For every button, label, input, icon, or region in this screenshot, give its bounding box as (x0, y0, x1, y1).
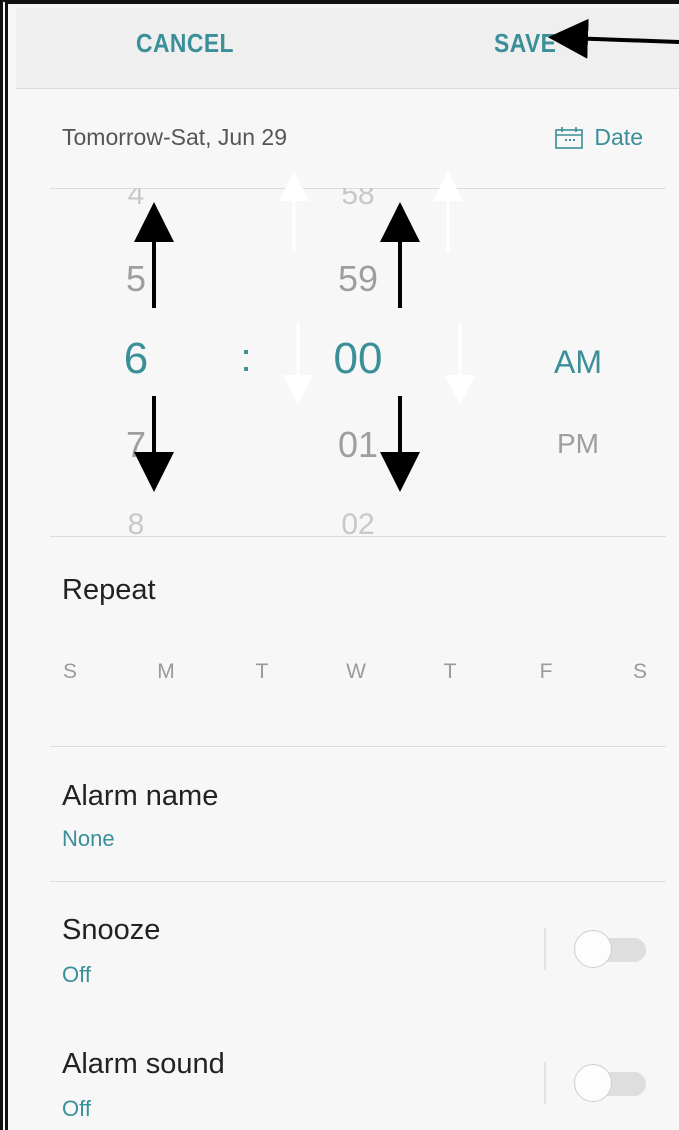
divider (544, 1062, 546, 1104)
alarm-date-label: Tomorrow-Sat, Jun 29 (62, 124, 287, 150)
hour-option[interactable]: 5 (126, 258, 146, 300)
date-button-label: Date (594, 124, 643, 150)
minute-option[interactable]: 01 (338, 424, 378, 466)
snooze-value: Off (62, 962, 91, 987)
day-toggle-fri[interactable]: F (540, 660, 553, 684)
toggle-knob (574, 1064, 612, 1102)
hour-selected[interactable]: 6 (124, 334, 148, 384)
calendar-icon (554, 126, 584, 150)
snooze-title: Snooze (62, 914, 161, 946)
minute-selected[interactable]: 00 (334, 334, 383, 384)
save-button[interactable]: SAVE (494, 28, 556, 59)
minute-option[interactable]: 59 (338, 258, 378, 300)
cancel-button[interactable]: CANCEL (136, 28, 234, 59)
minute-option[interactable]: 02 (341, 508, 374, 536)
pm-option[interactable]: PM (557, 428, 599, 460)
day-toggle-sun[interactable]: S (63, 660, 77, 684)
day-toggle-thu[interactable]: T (444, 660, 457, 684)
am-option[interactable]: AM (554, 344, 602, 381)
alarm-sound-title: Alarm sound (62, 1048, 225, 1080)
day-toggle-sat[interactable]: S (633, 660, 647, 684)
alarm-sound-toggle[interactable] (574, 1064, 646, 1102)
alarm-name-title: Alarm name (62, 780, 219, 812)
divider (50, 881, 666, 882)
day-toggle-mon[interactable]: M (157, 660, 175, 684)
divider (544, 928, 546, 970)
repeat-title: Repeat (62, 574, 156, 606)
day-toggle-wed[interactable]: W (346, 660, 366, 684)
time-separator: : (240, 336, 252, 380)
toggle-knob (574, 930, 612, 968)
app-frame: CANCEL SAVE Tomorrow-Sat, Jun 29 Date 4 … (0, 0, 679, 1130)
action-bar: CANCEL SAVE (16, 8, 679, 89)
date-button[interactable]: Date (554, 124, 643, 151)
hour-option[interactable]: 4 (128, 188, 145, 212)
day-toggle-tue[interactable]: T (256, 660, 269, 684)
hour-option[interactable]: 7 (126, 424, 146, 466)
alarm-sound-value: Off (62, 1096, 91, 1121)
hour-option[interactable]: 8 (128, 508, 145, 536)
divider (50, 746, 666, 747)
snooze-toggle[interactable] (574, 930, 646, 968)
time-picker: 4 5 6 7 8 : 58 59 00 01 02 AM PM (16, 188, 666, 536)
divider (50, 536, 666, 537)
minute-option[interactable]: 58 (341, 188, 374, 212)
alarm-name-value: None (62, 826, 115, 851)
